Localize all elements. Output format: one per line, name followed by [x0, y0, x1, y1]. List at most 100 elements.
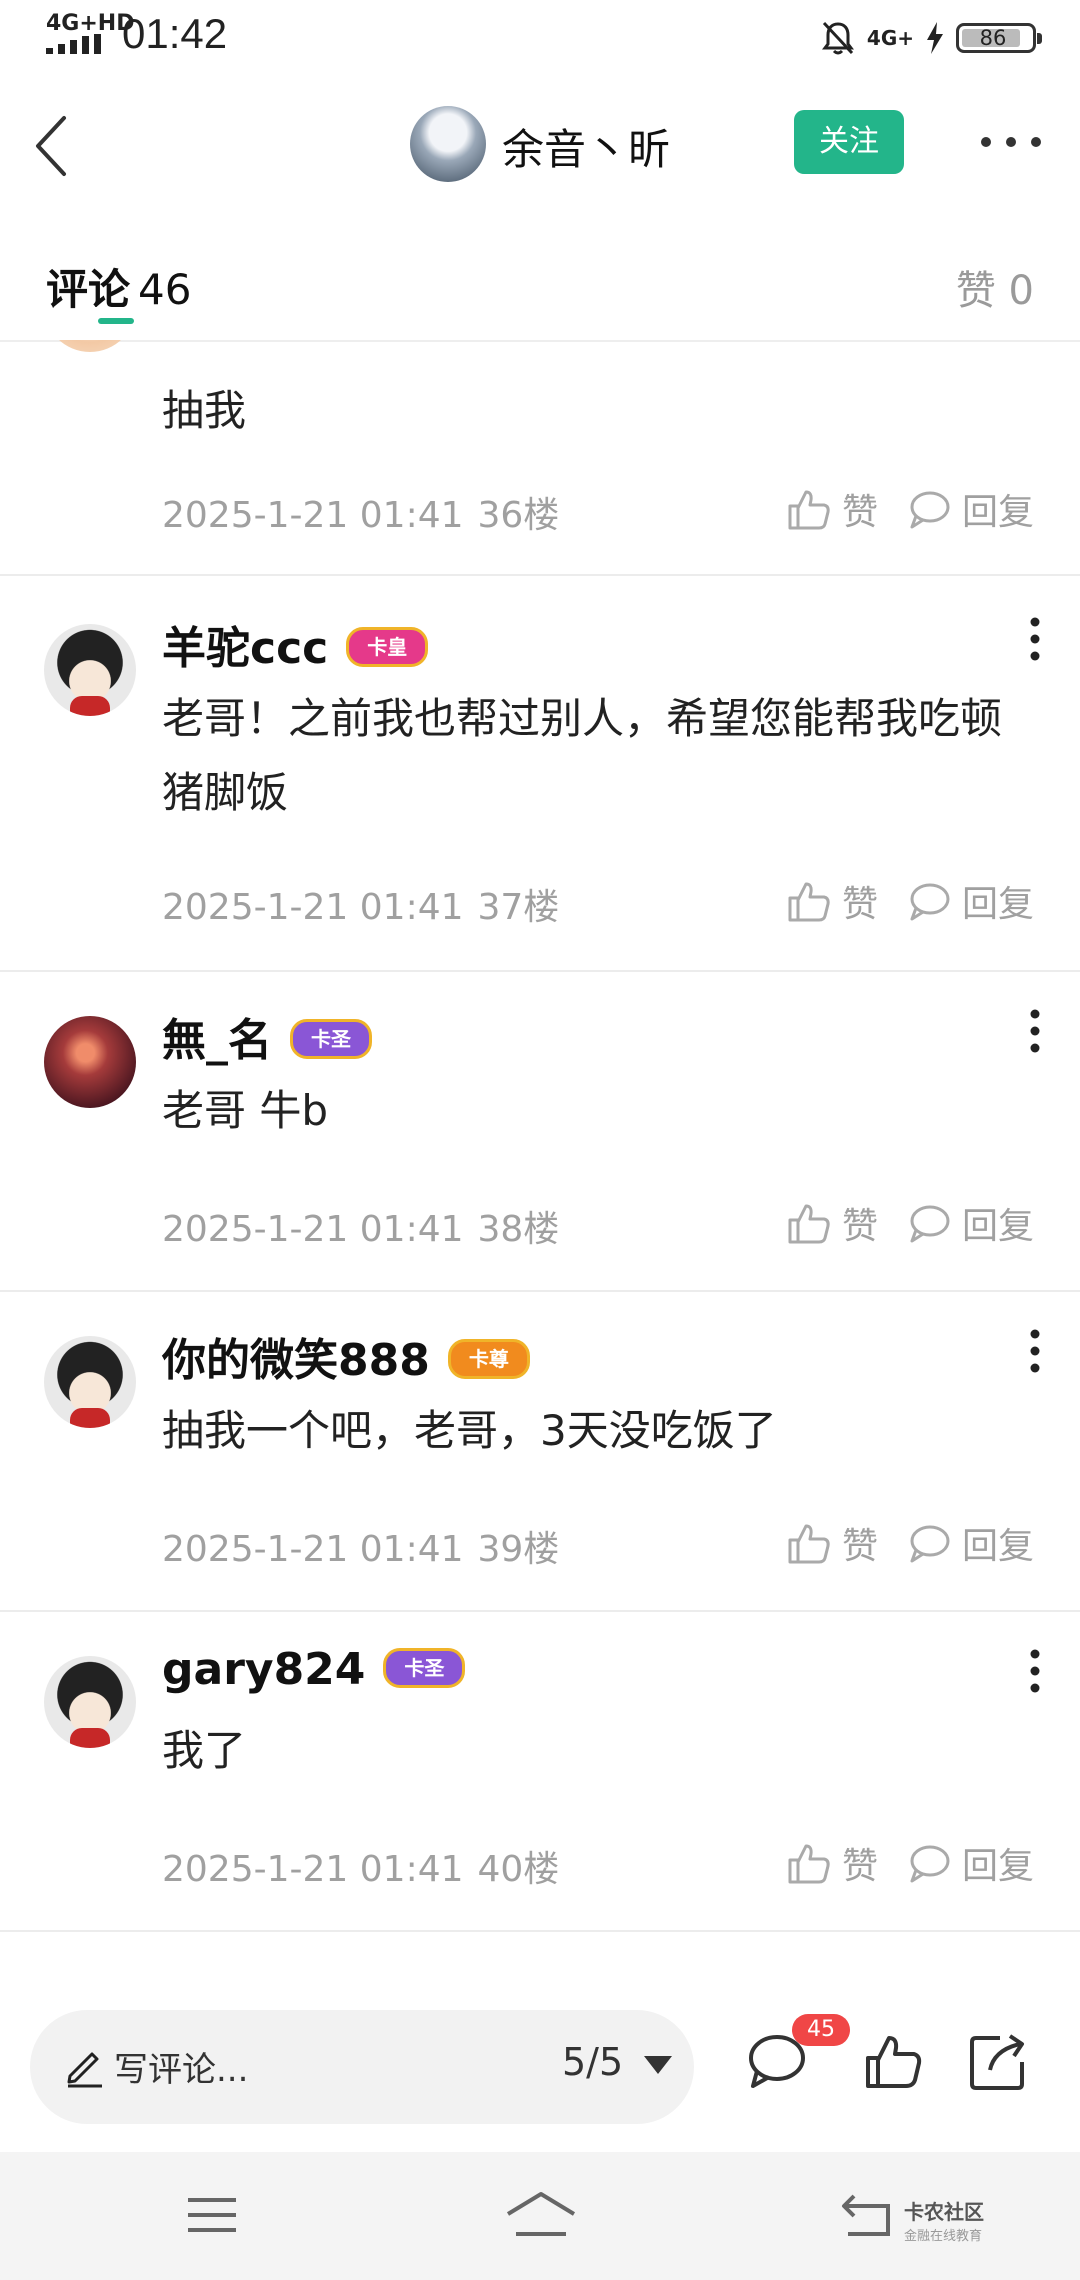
comment-floor: 36楼 — [477, 495, 560, 536]
reply-button[interactable]: 回复 — [906, 1197, 1034, 1249]
level-badge: 卡圣 — [383, 1648, 466, 1688]
back-icon[interactable] — [26, 112, 86, 180]
comment-text: 老哥 牛b — [162, 1086, 329, 1135]
battery-level: 86 — [979, 26, 1007, 50]
like-icon — [788, 1844, 830, 1884]
page-indicator[interactable]: 5/5 — [562, 2040, 623, 2084]
avatar[interactable] — [44, 1656, 136, 1748]
comment-meta: 2025-1-21 01:41 39楼 — [162, 1520, 559, 1572]
comment-text: 抽我一个吧，老哥，3天没吃饭了 — [162, 1406, 777, 1455]
like-label: 赞 — [841, 1526, 878, 1567]
reply-icon — [910, 883, 950, 921]
avatar[interactable] — [44, 624, 136, 716]
reply-button[interactable]: 回复 — [906, 483, 1034, 535]
author-avatar[interactable] — [410, 106, 486, 182]
system-nav-bar: 卡农社区 金融在线教育 — [0, 2152, 1080, 2280]
comment-floor: 37楼 — [477, 887, 560, 928]
more-icon[interactable] — [1020, 1006, 1050, 1056]
comment-item: gary824 卡圣 我了 2025-1-21 01:41 40楼 赞 回复 — [0, 1612, 1080, 1932]
like-icon — [788, 1204, 830, 1244]
reply-button[interactable]: 回复 — [906, 1837, 1034, 1889]
comment-date: 2025-1-21 01:41 — [162, 1849, 464, 1890]
comment-item: 你的微笑888 卡尊 抽我一个吧，老哥，3天没吃饭了 2025-1-21 01:4… — [0, 1292, 1080, 1612]
like-button[interactable]: 赞 — [786, 875, 878, 927]
write-comment-placeholder: 写评论... — [114, 2050, 249, 2090]
like-label: 赞 — [841, 1206, 878, 1247]
bottom-action-bar: 写评论... 5/5 45 — [0, 1978, 1080, 2152]
author-name[interactable]: 余音丶昕 — [502, 116, 670, 177]
comment-author[interactable]: 無_名 卡圣 — [162, 1004, 372, 1068]
reply-label: 回复 — [961, 1206, 1034, 1247]
comment-author[interactable]: 羊驼ccc 卡皇 — [162, 612, 429, 676]
status-bar: 4G+HD 01:42 4G+ 86 — [0, 0, 1080, 72]
write-comment-input[interactable]: 写评论... 5/5 — [30, 2010, 694, 2124]
charging-icon — [927, 22, 943, 54]
like-icon — [788, 882, 830, 922]
like-button[interactable]: 赞 — [786, 483, 878, 535]
comment-item: 抽我 2025-1-21 01:41 36楼 赞 回复 — [0, 340, 1080, 576]
tab-bar: 评论 46 赞 0 — [0, 216, 1080, 342]
back-nav-icon[interactable] — [840, 2188, 900, 2242]
watermark-subtitle: 金融在线教育 — [904, 2229, 983, 2244]
avatar[interactable] — [44, 1336, 136, 1428]
more-icon[interactable] — [1020, 1326, 1050, 1376]
reply-icon — [910, 1525, 950, 1563]
comment-author-name: gary824 — [162, 1644, 366, 1695]
comment-author[interactable]: 你的微笑888 卡尊 — [162, 1324, 530, 1388]
more-icon[interactable] — [1020, 614, 1050, 664]
like-icon — [788, 490, 830, 530]
tab-comments-label: 评论 — [46, 265, 131, 314]
level-badge: 卡尊 — [447, 1339, 530, 1379]
reply-button[interactable]: 回复 — [906, 1517, 1034, 1569]
thumbs-up-icon[interactable] — [862, 2030, 926, 2094]
like-button[interactable]: 赞 — [786, 1837, 878, 1889]
home-icon[interactable] — [504, 2188, 578, 2242]
pen-icon — [67, 2052, 102, 2088]
comment-floor: 38楼 — [477, 1209, 560, 1250]
comment-meta: 2025-1-21 01:41 38楼 — [162, 1200, 559, 1252]
comment-count-badge: 45 — [792, 2014, 850, 2046]
comment-author-name: 你的微笑888 — [162, 1335, 430, 1386]
follow-button[interactable]: 关注 — [794, 110, 904, 174]
signal-icon — [46, 34, 101, 54]
tab-comments[interactable]: 评论 46 — [46, 256, 191, 317]
reply-label: 回复 — [961, 884, 1034, 925]
like-button[interactable]: 赞 — [786, 1197, 878, 1249]
like-label: 赞 — [841, 884, 878, 925]
avatar[interactable] — [44, 340, 136, 352]
comment-date: 2025-1-21 01:41 — [162, 887, 464, 928]
reply-icon — [910, 1205, 950, 1243]
reply-label: 回复 — [961, 1846, 1034, 1887]
comment-meta: 2025-1-21 01:41 36楼 — [162, 486, 559, 538]
watermark-title: 卡农社区 — [904, 2200, 984, 2224]
comment-text: 我了 — [162, 1726, 247, 1775]
comment-list[interactable]: 抽我 2025-1-21 01:41 36楼 赞 回复 羊驼ccc 卡皇 老哥！之前… — [0, 340, 1080, 1978]
comment-text: 老哥！之前我也帮过别人，希望您能帮我吃顿猪脚饭 — [162, 694, 1003, 817]
comment-meta: 2025-1-21 01:41 37楼 — [162, 878, 559, 930]
comment-actions: 赞 回复 — [786, 484, 1034, 534]
comment-author-name: 無_名 — [162, 1015, 272, 1066]
comment-actions: 赞 回复 — [786, 1518, 1034, 1568]
reply-button[interactable]: 回复 — [906, 875, 1034, 927]
like-button[interactable]: 赞 — [786, 1517, 878, 1569]
reply-label: 回复 — [961, 492, 1034, 533]
mute-bell-icon — [821, 21, 854, 55]
share-icon[interactable] — [966, 2030, 1030, 2094]
menu-icon[interactable] — [182, 2188, 242, 2242]
battery-icon: 86 — [956, 23, 1042, 53]
comment-date: 2025-1-21 01:41 — [162, 495, 464, 536]
top-header: 余音丶昕 关注 — [0, 72, 1080, 216]
more-icon[interactable] — [976, 122, 1046, 162]
avatar[interactable] — [44, 1016, 136, 1108]
like-label: 赞 — [841, 492, 878, 533]
more-icon[interactable] — [1020, 1646, 1050, 1696]
comment-actions: 赞 回复 — [786, 1198, 1034, 1248]
chevron-down-icon[interactable] — [644, 2056, 672, 2074]
comment-item: 無_名 卡圣 老哥 牛b 2025-1-21 01:41 38楼 赞 回复 — [0, 972, 1080, 1292]
comment-author[interactable]: gary824 卡圣 — [162, 1644, 466, 1695]
level-badge: 卡圣 — [290, 1019, 372, 1059]
like-label: 赞 — [841, 1846, 878, 1887]
like-icon — [788, 1524, 830, 1564]
reply-icon — [910, 491, 950, 529]
tab-likes[interactable]: 赞 0 — [956, 258, 1034, 316]
